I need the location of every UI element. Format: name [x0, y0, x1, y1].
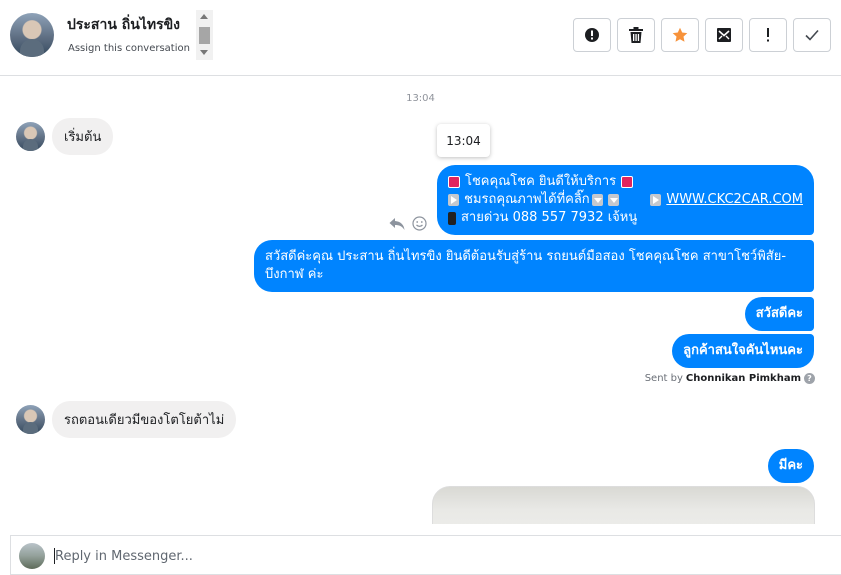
play-button-icon — [650, 194, 662, 206]
assign-conversation-dropdown[interactable]: Assign this conversation — [68, 43, 206, 54]
header-scrollbar[interactable] — [196, 10, 213, 60]
reply-bar — [10, 535, 841, 575]
mark-spam-button[interactable] — [573, 18, 611, 52]
incoming-message[interactable]: เริ่มต้น — [52, 118, 114, 155]
message-time-tooltip: 13:04 — [437, 124, 490, 157]
trash-icon — [629, 27, 643, 43]
message-line: สายด่วน 088 557 7932 เจ้หนู — [448, 209, 803, 227]
mark-important-button[interactable] — [749, 18, 787, 52]
help-icon[interactable]: ? — [804, 373, 815, 384]
star-button[interactable] — [661, 18, 699, 52]
down-arrow-icon — [607, 194, 619, 206]
message-thread[interactable]: 13:04 เริ่มต้น 13:04 โชคคุณโชค ยินดีให้บ… — [0, 77, 841, 524]
red-heart-icon — [621, 176, 634, 188]
delete-button[interactable] — [617, 18, 655, 52]
down-arrow-icon — [591, 194, 603, 206]
mark-done-button[interactable] — [793, 18, 831, 52]
conversation-header: ประสาน ถิ่นไทรขิง Assign this conversati… — [0, 0, 841, 76]
sent-by-info: Sent by Chonnikan Pimkham ? — [645, 373, 815, 384]
page-avatar — [19, 543, 45, 569]
red-heart-icon — [448, 176, 460, 188]
exclamation-icon — [767, 28, 769, 42]
scroll-up-arrow-icon[interactable] — [200, 14, 208, 19]
reply-arrow-icon[interactable] — [389, 217, 405, 231]
star-icon — [672, 27, 688, 42]
sent-by-label: Sent by — [644, 373, 683, 384]
message-line: โชคคุณโชค ยินดีให้บริการ — [448, 173, 803, 191]
scrollbar-thumb[interactable] — [199, 27, 210, 44]
message-actions — [389, 216, 427, 231]
scroll-down-arrow-icon[interactable] — [200, 50, 208, 55]
checkmark-icon — [805, 29, 819, 41]
outgoing-message[interactable]: ลูกค้าสนใจคันไหนคะ — [672, 334, 814, 368]
play-button-icon — [448, 194, 460, 206]
assign-conversation-label: Assign this conversation — [68, 43, 190, 54]
contact-name[interactable]: ประสาน ถิ่นไทรขิง — [67, 14, 180, 36]
message-text: ชมรถคุณภาพได้ที่คลิ๊ก — [464, 192, 590, 207]
message-line: ชมรถคุณภาพได้ที่คลิ๊ก WWW.CKC2CAR.COM — [448, 191, 803, 209]
smiley-icon[interactable] — [412, 216, 427, 231]
outgoing-message[interactable]: โชคคุณโชค ยินดีให้บริการ ชมรถคุณภาพได้ที… — [437, 165, 814, 235]
mark-unread-button[interactable] — [705, 18, 743, 52]
message-text: สายด่วน 088 557 7932 เจ้หนู — [461, 210, 638, 225]
outgoing-message[interactable]: มีคะ — [767, 449, 814, 483]
outgoing-message[interactable]: สวัสดีค่ะคุณ ประสาน ถิ่นไทรขิง ยินดีต้อน… — [254, 240, 814, 292]
contact-avatar[interactable] — [10, 13, 54, 57]
mobile-phone-icon — [448, 211, 456, 225]
image-attachment[interactable] — [432, 486, 815, 524]
message-text: โชคคุณโชค ยินดีให้บริการ — [465, 174, 617, 189]
incoming-message[interactable]: รถตอนเดียวมีของโตโยต้าไม่ — [52, 401, 237, 438]
sender-avatar[interactable] — [16, 405, 45, 434]
website-link[interactable]: WWW.CKC2CAR.COM — [666, 191, 803, 209]
mark-unread-icon — [717, 28, 731, 42]
conversation-actions — [573, 18, 831, 52]
thread-timestamp: 13:04 — [406, 93, 435, 104]
alert-circle-icon — [585, 28, 599, 42]
sent-by-name[interactable]: Chonnikan Pimkham — [686, 373, 801, 384]
reply-input[interactable] — [55, 542, 755, 570]
outgoing-message[interactable]: สวัสดีคะ — [744, 297, 814, 331]
sender-avatar[interactable] — [16, 122, 45, 151]
